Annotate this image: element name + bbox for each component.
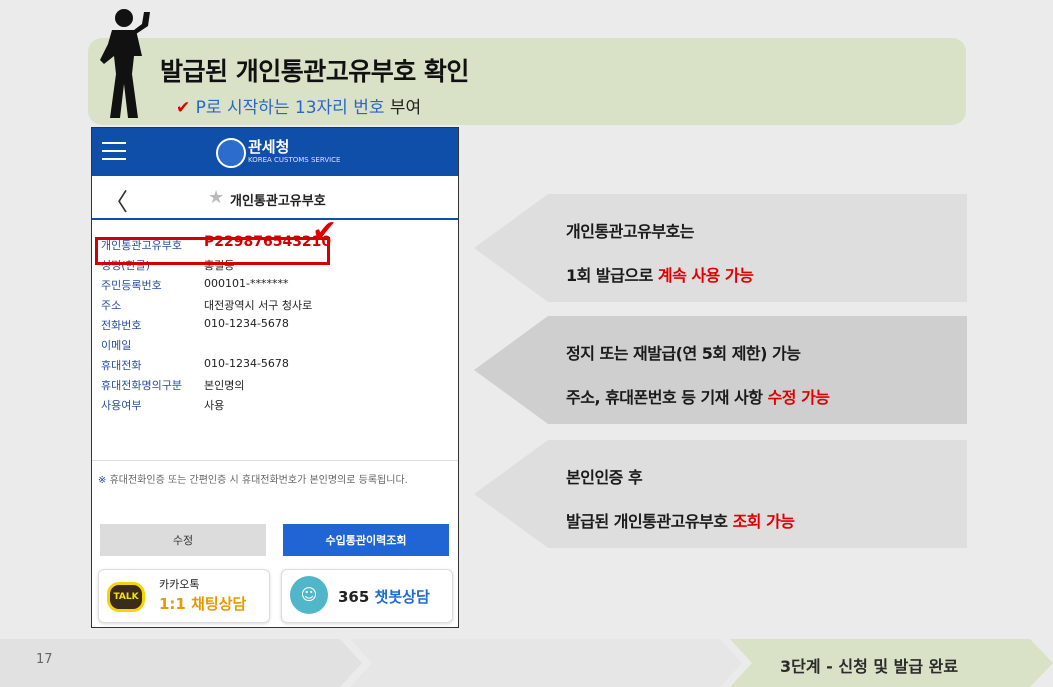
- callout-highlight: 계속 사용 가능: [657, 266, 754, 285]
- row-label: 사용여부: [101, 399, 142, 412]
- row-value: 010-1234-5678: [204, 317, 289, 330]
- phone-screenshot: 관세청 KOREA CUSTOMS SERVICE 〈 ★ 개인통관고유부호 개…: [91, 127, 459, 628]
- callout-2: 정지 또는 재발급(연 5회 제한) 가능 주소, 휴대폰번호 등 기재 사항 …: [474, 316, 967, 424]
- notice-body: 휴대전화인증 또는 간편인증 시 휴대전화번호가 본인명의로 등록됩니다.: [106, 475, 408, 486]
- table-row: 휴대전화 010-1234-5678: [92, 354, 458, 374]
- table-row: 이메일: [92, 334, 458, 354]
- callout-text: 주소, 휴대폰번호 등 기재 사항: [566, 388, 768, 407]
- row-value: 대전광역시 서구 청사로: [204, 299, 313, 312]
- notice-text: ※ 휴대전화인증 또는 간편인증 시 휴대전화번호가 본인명의로 등록됩니다.: [98, 472, 454, 490]
- callout-text: 발급된 개인통관고유부호: [566, 512, 733, 531]
- subtitle-highlight: P로 시작하는 13자리 번호: [195, 98, 385, 118]
- callout-1: 개인통관고유부호는 1회 발급으로 계속 사용 가능: [474, 194, 967, 302]
- brand-name: 관세청: [248, 138, 290, 156]
- row-value: 사용: [204, 399, 225, 412]
- star-icon[interactable]: ★: [208, 187, 224, 208]
- callout-line: 개인통관고유부호는: [566, 222, 694, 241]
- page-number: 17: [36, 652, 53, 667]
- chatbot-label: 365 챗봇상담: [338, 586, 430, 607]
- chatbot-icon: ☺: [290, 576, 328, 614]
- callout-highlight: 수정 가능: [767, 388, 830, 407]
- callout-text: 1회 발급으로: [566, 266, 658, 285]
- callout-line: 1회 발급으로 계속 사용 가능: [566, 262, 754, 286]
- kakao-chat-button[interactable]: TALK 카카오톡 1:1 채팅상담: [98, 569, 270, 623]
- chatbot-number: 365: [338, 588, 375, 606]
- table-row: 전화번호 010-1234-5678: [92, 314, 458, 334]
- table-row: 주소 대전광역시 서구 청사로: [92, 294, 458, 314]
- step-label: 3단계 - 신청 및 발급 완료: [780, 657, 959, 676]
- slide-title: 발급된 개인통관고유부호 확인: [160, 57, 469, 86]
- presenter-silhouette-icon: [100, 9, 150, 118]
- customs-logo-icon: [216, 138, 246, 168]
- row-value: 010-1234-5678: [204, 357, 289, 370]
- slide-subtitle: ✔ P로 시작하는 13자리 번호 부여: [176, 93, 421, 118]
- page-title: 개인통관고유부호: [230, 194, 326, 209]
- callout-line: 발급된 개인통관고유부호 조회 가능: [566, 508, 795, 532]
- row-label: 휴대전화: [101, 359, 142, 372]
- app-header: 관세청 KOREA CUSTOMS SERVICE: [92, 128, 458, 176]
- row-label: 주소: [101, 299, 122, 312]
- row-label: 전화번호: [101, 319, 142, 332]
- check-icon: ✔: [312, 214, 338, 249]
- kakao-chat-label: 1:1 채팅상담: [159, 595, 247, 613]
- page-header: 〈 ★ 개인통관고유부호: [92, 176, 458, 220]
- row-value: 000101-*******: [204, 277, 289, 290]
- row-label: 이메일: [101, 339, 132, 352]
- callout-3: 본인인증 후 발급된 개인통관고유부호 조회 가능: [474, 440, 967, 548]
- chatbot-text: 챗봇상담: [374, 588, 430, 606]
- row-label: 주민등록번호: [101, 279, 162, 292]
- kakao-talk-icon: TALK: [107, 582, 145, 612]
- menu-icon[interactable]: [102, 142, 126, 160]
- row-value: 본인명의: [204, 379, 245, 392]
- brand-subtitle: KOREA CUSTOMS SERVICE: [248, 156, 341, 164]
- back-icon[interactable]: 〈: [104, 182, 128, 217]
- callout-highlight: 조회 가능: [732, 512, 795, 531]
- import-history-button[interactable]: 수입통관이력조회: [283, 524, 449, 556]
- chatbot-button[interactable]: ☺ 365 챗봇상담: [281, 569, 453, 623]
- table-row: 휴대전화명의구분 본인명의: [92, 374, 458, 394]
- table-row: 주민등록번호 000101-*******: [92, 274, 458, 294]
- subtitle-rest: 부여: [384, 98, 422, 118]
- callout-line: 정지 또는 재발급(연 5회 제한) 가능: [566, 344, 801, 363]
- kakao-label: 카카오톡: [159, 578, 200, 591]
- table-row: 사용여부 사용: [92, 394, 458, 414]
- highlight-box: [95, 237, 330, 265]
- row-label: 휴대전화명의구분: [101, 379, 182, 392]
- callout-line: 주소, 휴대폰번호 등 기재 사항 수정 가능: [566, 384, 830, 408]
- callout-line: 본인인증 후: [566, 468, 643, 487]
- check-icon: ✔: [176, 98, 191, 118]
- edit-button[interactable]: 수정: [100, 524, 266, 556]
